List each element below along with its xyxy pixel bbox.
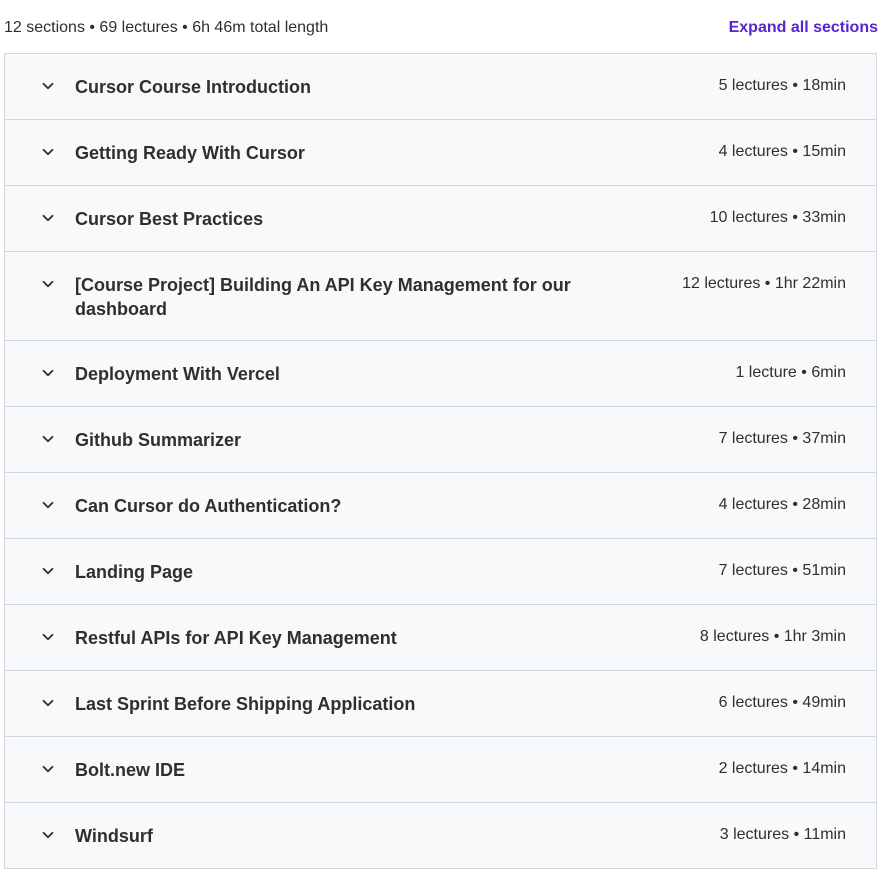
curriculum-header: 12 sections • 69 lectures • 6h 46m total…: [0, 0, 883, 54]
chevron-down-icon: [41, 277, 55, 291]
section-item[interactable]: Restful APIs for API Key Management 8 le…: [5, 605, 876, 671]
section-title: Restful APIs for API Key Management: [75, 628, 397, 648]
chevron-down-icon: [41, 828, 55, 842]
section-title: Bolt.new IDE: [75, 760, 186, 780]
section-title: Last Sprint Before Shipping Application: [75, 694, 416, 714]
section-item[interactable]: [Course Project] Building An API Key Man…: [5, 252, 876, 341]
chevron-down-icon: [41, 498, 55, 512]
chevron-down-icon: [41, 366, 55, 380]
section-title: Github Summarizer: [75, 430, 242, 450]
expand-all-sections-button[interactable]: Expand all sections: [729, 17, 878, 39]
section-meta: 4 lectures • 28min: [718, 496, 846, 513]
section-item[interactable]: Getting Ready With Cursor 4 lectures • 1…: [5, 120, 876, 186]
section-title: Can Cursor do Authentication?: [75, 496, 342, 516]
section-item[interactable]: Landing Page 7 lectures • 51min: [5, 539, 876, 605]
section-item[interactable]: Windsurf 3 lectures • 11min: [5, 803, 876, 869]
course-summary: 12 sections • 69 lectures • 6h 46m total…: [4, 19, 329, 36]
section-title: Landing Page: [75, 562, 194, 582]
chevron-down-icon: [41, 762, 55, 776]
section-meta: 3 lectures • 11min: [719, 826, 846, 843]
chevron-down-icon: [41, 696, 55, 710]
section-title: [Course Project] Building An API Key Man…: [75, 275, 571, 319]
section-title: Deployment With Vercel: [75, 364, 280, 384]
chevron-down-icon: [41, 79, 55, 93]
section-list: Cursor Course Introduction 5 lectures • …: [4, 53, 877, 869]
chevron-down-icon: [41, 145, 55, 159]
section-title: Cursor Course Introduction: [75, 77, 312, 97]
section-meta: 4 lectures • 15min: [718, 143, 846, 160]
section-item[interactable]: Last Sprint Before Shipping Application …: [5, 671, 876, 737]
section-title: Getting Ready With Cursor: [75, 143, 305, 163]
section-item[interactable]: Can Cursor do Authentication? 4 lectures…: [5, 473, 876, 539]
section-item[interactable]: Cursor Best Practices 10 lectures • 33mi…: [5, 186, 876, 252]
section-meta: 2 lectures • 14min: [718, 760, 846, 777]
section-meta: 8 lectures • 1hr 3min: [699, 628, 846, 645]
section-meta: 5 lectures • 18min: [718, 77, 846, 94]
section-meta: 12 lectures • 1hr 22min: [682, 275, 846, 292]
section-meta: 10 lectures • 33min: [709, 209, 846, 226]
section-meta: 7 lectures • 37min: [718, 430, 846, 447]
section-meta: 1 lecture • 6min: [735, 364, 846, 381]
section-item[interactable]: Github Summarizer 7 lectures • 37min: [5, 407, 876, 473]
section-item[interactable]: Cursor Course Introduction 5 lectures • …: [5, 54, 876, 120]
chevron-down-icon: [41, 432, 55, 446]
section-meta: 6 lectures • 49min: [718, 694, 846, 711]
section-item[interactable]: Bolt.new IDE 2 lectures • 14min: [5, 737, 876, 803]
section-meta: 7 lectures • 51min: [718, 562, 846, 579]
section-item[interactable]: Deployment With Vercel 1 lecture • 6min: [5, 341, 876, 407]
chevron-down-icon: [41, 630, 55, 644]
section-title: Cursor Best Practices: [75, 209, 264, 229]
chevron-down-icon: [41, 211, 55, 225]
chevron-down-icon: [41, 564, 55, 578]
section-title: Windsurf: [75, 826, 153, 846]
